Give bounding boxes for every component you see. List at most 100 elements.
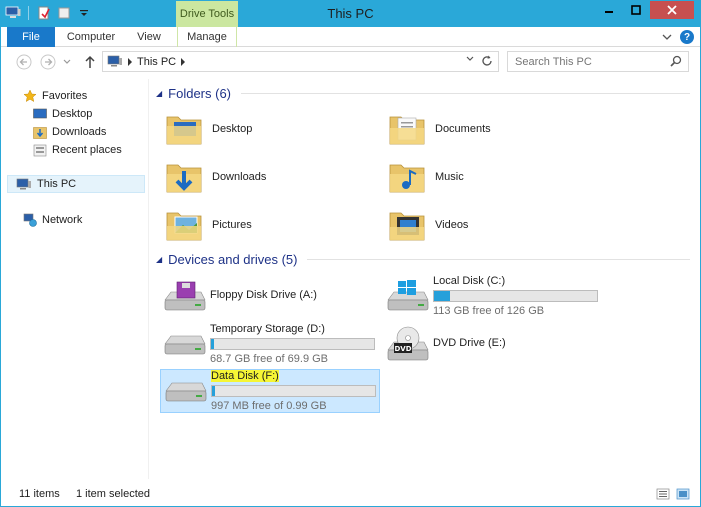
- search-box[interactable]: [507, 51, 689, 72]
- floppy-drive-icon: [160, 277, 208, 317]
- desktop-icon: [33, 108, 47, 119]
- maximize-button[interactable]: [623, 1, 649, 19]
- sidebar-item-label: Desktop: [52, 108, 93, 120]
- group-divider: [241, 93, 690, 94]
- network-icon: [23, 213, 37, 227]
- window-controls: [596, 1, 694, 19]
- address-dropdown-icon[interactable]: [466, 56, 474, 62]
- details-view-icon[interactable]: [656, 488, 670, 500]
- maximize-icon: [631, 5, 641, 15]
- breadcrumb: This PC: [107, 55, 186, 68]
- drive-usage-bar: [211, 385, 376, 397]
- content-pane: ◢ Folders (6) Desktop Documents Download…: [152, 79, 692, 479]
- address-bar[interactable]: This PC: [102, 51, 499, 72]
- refresh-icon[interactable]: [480, 54, 494, 68]
- recent-locations-button[interactable]: [61, 53, 73, 71]
- hard-drive-icon: [161, 372, 209, 412]
- quick-access-toolbar: [5, 5, 92, 21]
- drive-usage-fill: [212, 386, 216, 396]
- tile-label: Documents: [435, 123, 491, 135]
- status-bar: 11 items 1 item selected: [1, 483, 700, 506]
- up-button[interactable]: [81, 53, 99, 71]
- windows-drive-icon: [383, 277, 431, 317]
- sidebar-item-favorites[interactable]: Favorites: [23, 87, 87, 105]
- drive-tools-context-label: Drive Tools: [176, 1, 238, 27]
- pictures-folder-icon: [162, 203, 206, 247]
- drive-data-disk-f[interactable]: Data Disk (F:) 997 MB free of 0.99 GB: [160, 369, 380, 413]
- drive-usage-bar: [433, 290, 598, 302]
- close-icon: [667, 5, 677, 15]
- tab-manage[interactable]: Manage: [177, 27, 237, 47]
- tile-label: Videos: [435, 219, 469, 231]
- tab-file[interactable]: File: [7, 27, 55, 47]
- close-button[interactable]: [650, 1, 694, 19]
- drive-dvd-e[interactable]: DVD DVD Drive (E:): [383, 323, 613, 367]
- breadcrumb-this-pc[interactable]: This PC: [137, 56, 176, 68]
- view-switcher: [656, 488, 690, 500]
- drive-free-space: 997 MB free of 0.99 GB: [211, 400, 327, 412]
- sidebar-item-downloads[interactable]: Downloads: [33, 123, 106, 141]
- search-icon[interactable]: [670, 55, 682, 67]
- back-arrow-icon: [16, 54, 32, 70]
- toolbar-divider: [28, 6, 29, 20]
- group-title: Folders (6): [168, 86, 232, 101]
- folder-tile-pictures[interactable]: Pictures: [162, 203, 252, 247]
- folder-tile-desktop[interactable]: Desktop: [162, 107, 252, 151]
- collapse-triangle-icon[interactable]: ◢: [156, 89, 162, 98]
- drive-local-disk-c[interactable]: Local Disk (C:) 113 GB free of 126 GB: [383, 275, 613, 319]
- item-count: 11 items: [19, 488, 60, 500]
- chevron-right-icon[interactable]: [180, 57, 186, 66]
- up-arrow-icon: [85, 55, 95, 68]
- properties-icon[interactable]: [36, 5, 52, 21]
- new-folder-icon[interactable]: [56, 5, 72, 21]
- downloads-icon: [33, 126, 47, 139]
- drive-name: Temporary Storage (D:): [210, 323, 325, 335]
- expand-ribbon-icon[interactable]: [662, 33, 672, 41]
- sidebar-item-label: This PC: [37, 178, 77, 190]
- address-toolbar: This PC: [1, 48, 700, 76]
- drive-name: Data Disk (F:): [211, 370, 279, 382]
- minimize-button[interactable]: [596, 1, 622, 19]
- navigation-pane: Favorites Desktop Downloads Recent place…: [1, 79, 149, 479]
- sidebar-item-label: Downloads: [52, 126, 107, 138]
- recent-places-icon: [33, 144, 47, 156]
- large-icons-view-icon[interactable]: [676, 488, 690, 500]
- explorer-window: Drive Tools This PC File Computer View M…: [0, 0, 701, 507]
- folders-group-header[interactable]: ◢ Folders (6): [156, 86, 690, 101]
- forward-button[interactable]: [39, 53, 57, 71]
- drive-temporary-storage-d[interactable]: Temporary Storage (D:) 68.7 GB free of 6…: [160, 323, 380, 367]
- collapse-triangle-icon[interactable]: ◢: [156, 255, 162, 264]
- search-input[interactable]: [508, 52, 668, 71]
- folder-tile-documents[interactable]: Documents: [385, 107, 491, 151]
- customize-toolbar-icon[interactable]: [76, 5, 92, 21]
- folder-tile-downloads[interactable]: Downloads: [162, 155, 266, 199]
- group-divider: [307, 259, 690, 260]
- drive-free-space: 113 GB free of 126 GB: [433, 305, 545, 317]
- sidebar-item-desktop[interactable]: Desktop: [33, 105, 92, 123]
- folder-tile-music[interactable]: Music: [385, 155, 464, 199]
- computer-icon: [16, 178, 31, 189]
- dvd-drive-icon: DVD: [383, 325, 431, 365]
- back-button[interactable]: [15, 53, 33, 71]
- tile-label: Music: [435, 171, 464, 183]
- minimize-icon: [605, 11, 613, 13]
- forward-arrow-icon: [40, 54, 56, 70]
- hard-drive-icon: [160, 325, 208, 365]
- chevron-right-icon[interactable]: [127, 57, 133, 66]
- sidebar-item-this-pc[interactable]: This PC: [7, 175, 145, 193]
- folder-tile-videos[interactable]: Videos: [385, 203, 468, 247]
- help-icon[interactable]: ?: [680, 30, 694, 44]
- tile-label: Downloads: [212, 171, 267, 183]
- drive-usage-bar: [210, 338, 375, 350]
- computer-icon[interactable]: [5, 5, 21, 21]
- drive-floppy-a[interactable]: Floppy Disk Drive (A:): [160, 275, 380, 319]
- tab-computer[interactable]: Computer: [61, 27, 121, 47]
- sidebar-item-label: Recent places: [52, 144, 122, 156]
- tab-view[interactable]: View: [129, 27, 169, 47]
- tile-label: Pictures: [212, 219, 252, 231]
- drives-group-header[interactable]: ◢ Devices and drives (5): [156, 252, 690, 267]
- drive-name: Floppy Disk Drive (A:): [210, 289, 317, 301]
- sidebar-item-label: Favorites: [42, 90, 88, 102]
- sidebar-item-recent-places[interactable]: Recent places: [33, 141, 122, 159]
- sidebar-item-network[interactable]: Network: [23, 211, 82, 229]
